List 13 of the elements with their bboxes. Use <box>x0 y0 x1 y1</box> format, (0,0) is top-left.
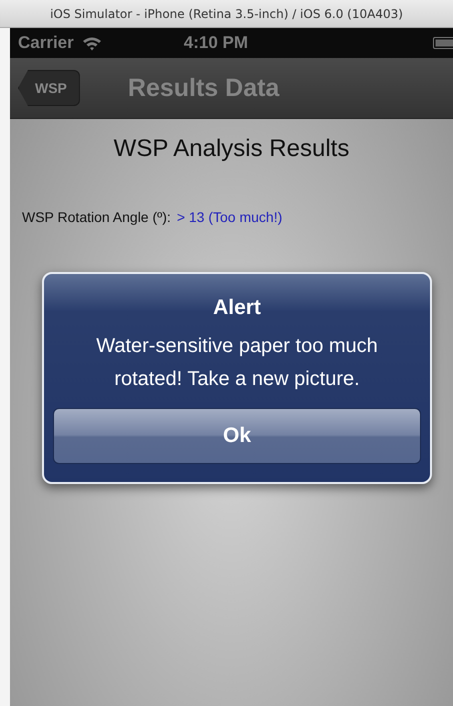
wifi-icon <box>82 36 102 50</box>
alert-message: Water-sensitive paper too much rotated! Take a new picture. <box>95 334 379 392</box>
results-heading: WSP Analysis Results <box>112 135 350 163</box>
field-value: > 13 (Too much!) <box>176 209 282 225</box>
nav-title: Results Data <box>128 74 280 102</box>
status-time: 4:10 PM <box>184 33 248 53</box>
ok-button[interactable]: Ok <box>53 408 421 464</box>
battery-icon <box>433 37 453 49</box>
carrier-label: Carrier <box>18 33 74 53</box>
field-label: WSP Rotation Angle (º): <box>22 209 171 225</box>
alert-title: Alert <box>213 296 261 320</box>
back-button[interactable]: WSP <box>18 70 80 106</box>
window-title: iOS Simulator - iPhone (Retina 3.5-inch) / iOS 6.0 (10A403) <box>50 6 403 20</box>
